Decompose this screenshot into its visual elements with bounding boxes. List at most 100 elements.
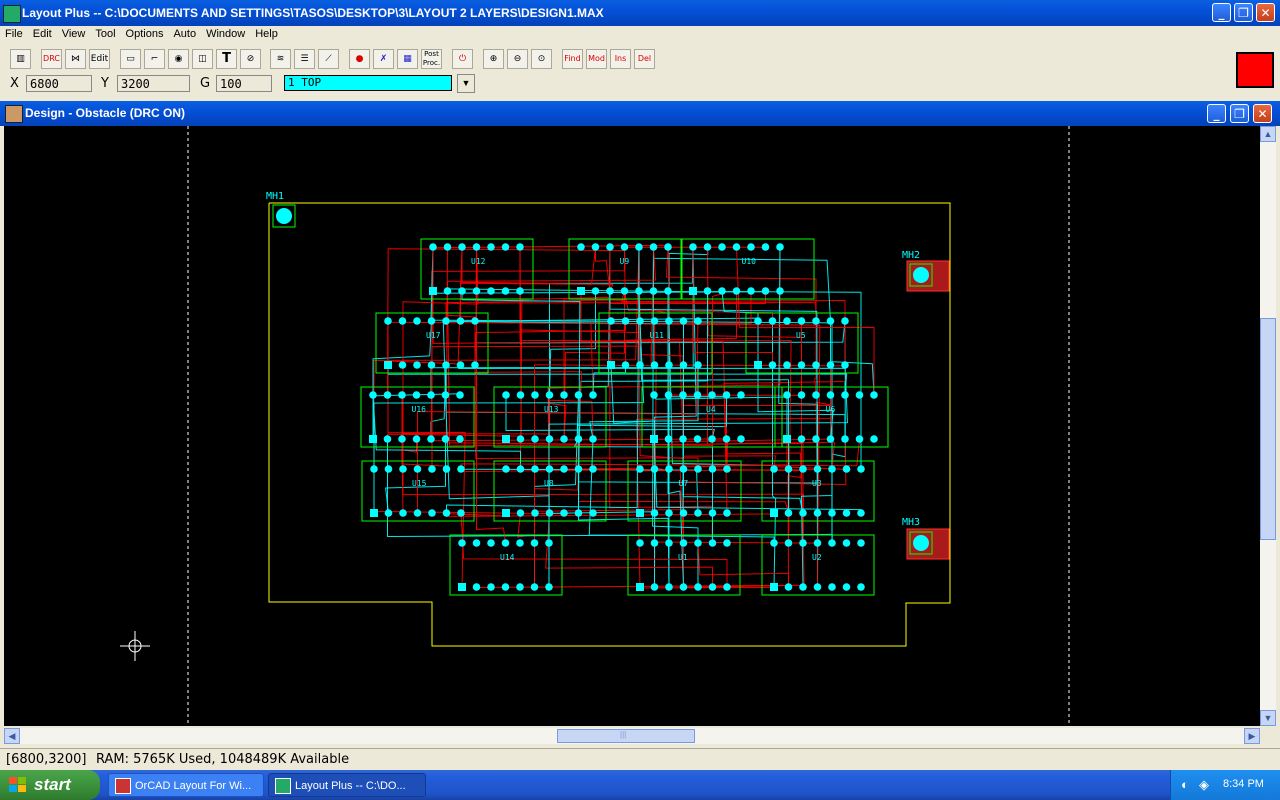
- pad[interactable]: [857, 539, 865, 547]
- pad[interactable]: [456, 361, 465, 369]
- pad[interactable]: [723, 539, 731, 547]
- pad[interactable]: [399, 509, 407, 517]
- pad[interactable]: [456, 435, 464, 443]
- trace[interactable]: [721, 290, 759, 321]
- pad[interactable]: [693, 435, 702, 443]
- pad[interactable]: [826, 361, 835, 369]
- pad[interactable]: [384, 509, 393, 517]
- pad-pin1[interactable]: [502, 509, 510, 517]
- pad[interactable]: [841, 391, 849, 399]
- pad[interactable]: [636, 361, 644, 369]
- pad[interactable]: [501, 287, 510, 295]
- pad[interactable]: [516, 435, 525, 443]
- trace[interactable]: [814, 321, 817, 396]
- pad[interactable]: [516, 583, 524, 591]
- pad[interactable]: [689, 243, 697, 251]
- pad[interactable]: [799, 583, 807, 591]
- pad[interactable]: [761, 243, 770, 251]
- mh3-pad[interactable]: [913, 535, 929, 551]
- pad[interactable]: [679, 361, 688, 369]
- pad[interactable]: [502, 465, 510, 473]
- volume-icon[interactable]: ◐: [1181, 777, 1189, 792]
- pad[interactable]: [574, 465, 583, 473]
- pad[interactable]: [841, 435, 849, 443]
- design-minimize-button[interactable]: _: [1207, 104, 1226, 123]
- pad[interactable]: [828, 465, 836, 473]
- zoom-out-icon[interactable]: ⊖: [507, 49, 528, 69]
- pad[interactable]: [621, 317, 630, 325]
- pad[interactable]: [665, 317, 673, 325]
- pad[interactable]: [369, 391, 377, 399]
- pad-pin1[interactable]: [783, 435, 791, 443]
- pad[interactable]: [501, 583, 510, 591]
- pad-pin1[interactable]: [607, 361, 615, 369]
- menu-edit[interactable]: Edit: [28, 26, 57, 40]
- design-close-button[interactable]: ✕: [1253, 104, 1272, 123]
- trace[interactable]: [682, 394, 831, 439]
- pad[interactable]: [574, 509, 583, 517]
- text-tool-button[interactable]: T: [216, 49, 237, 69]
- pad[interactable]: [516, 287, 524, 295]
- pad[interactable]: [531, 435, 539, 443]
- pad[interactable]: [471, 317, 479, 325]
- pad[interactable]: [737, 391, 745, 399]
- pad[interactable]: [768, 317, 777, 325]
- trace[interactable]: [624, 290, 773, 321]
- edit-button[interactable]: Edit: [89, 49, 110, 69]
- pad[interactable]: [776, 243, 784, 251]
- pad[interactable]: [857, 583, 865, 591]
- pad[interactable]: [502, 391, 510, 399]
- pad[interactable]: [650, 539, 659, 547]
- pad[interactable]: [487, 287, 495, 295]
- pad[interactable]: [649, 243, 658, 251]
- x-field[interactable]: 6800: [26, 75, 92, 92]
- pad[interactable]: [399, 465, 407, 473]
- pad[interactable]: [664, 435, 673, 443]
- menu-options[interactable]: Options: [121, 26, 169, 40]
- pad[interactable]: [841, 361, 849, 369]
- pad[interactable]: [516, 539, 524, 547]
- edit-segment-icon[interactable]: ☰: [294, 49, 315, 69]
- pad-pin1[interactable]: [429, 287, 437, 295]
- pad[interactable]: [754, 317, 762, 325]
- pad[interactable]: [412, 435, 421, 443]
- pad[interactable]: [679, 391, 687, 399]
- trace[interactable]: [592, 365, 626, 396]
- pad[interactable]: [545, 539, 553, 547]
- horizontal-scroll-thumb[interactable]: |||: [557, 729, 695, 743]
- pad[interactable]: [826, 391, 835, 399]
- pad[interactable]: [530, 583, 539, 591]
- pad[interactable]: [545, 583, 553, 591]
- trace[interactable]: [534, 438, 579, 543]
- pad[interactable]: [664, 287, 672, 295]
- trace[interactable]: [683, 512, 805, 588]
- app-icon[interactable]: [3, 5, 21, 23]
- pad-pin1[interactable]: [370, 509, 378, 517]
- pad[interactable]: [664, 391, 673, 399]
- pad[interactable]: [784, 465, 793, 473]
- pad[interactable]: [784, 539, 793, 547]
- pad[interactable]: [443, 243, 452, 251]
- pad[interactable]: [812, 317, 820, 325]
- pad[interactable]: [841, 317, 849, 325]
- pad-pin1[interactable]: [689, 287, 697, 295]
- pad[interactable]: [531, 465, 539, 473]
- scroll-up-icon[interactable]: ▲: [1260, 126, 1276, 142]
- trace[interactable]: [387, 246, 463, 365]
- error-tool-icon[interactable]: ⊘: [240, 49, 261, 69]
- menu-auto[interactable]: Auto: [168, 26, 201, 40]
- pad[interactable]: [516, 465, 525, 473]
- pad[interactable]: [591, 243, 600, 251]
- pad[interactable]: [413, 509, 422, 517]
- pad[interactable]: [635, 243, 643, 251]
- scroll-down-icon[interactable]: ▼: [1260, 710, 1276, 726]
- pad[interactable]: [650, 509, 659, 517]
- pad[interactable]: [458, 243, 466, 251]
- connection-tool-icon[interactable]: ≋: [270, 49, 291, 69]
- pad[interactable]: [694, 317, 702, 325]
- design-maximize-button[interactable]: ❐: [1230, 104, 1249, 123]
- pad[interactable]: [812, 391, 820, 399]
- pad[interactable]: [383, 391, 392, 399]
- trace[interactable]: [625, 291, 737, 366]
- pad[interactable]: [560, 435, 568, 443]
